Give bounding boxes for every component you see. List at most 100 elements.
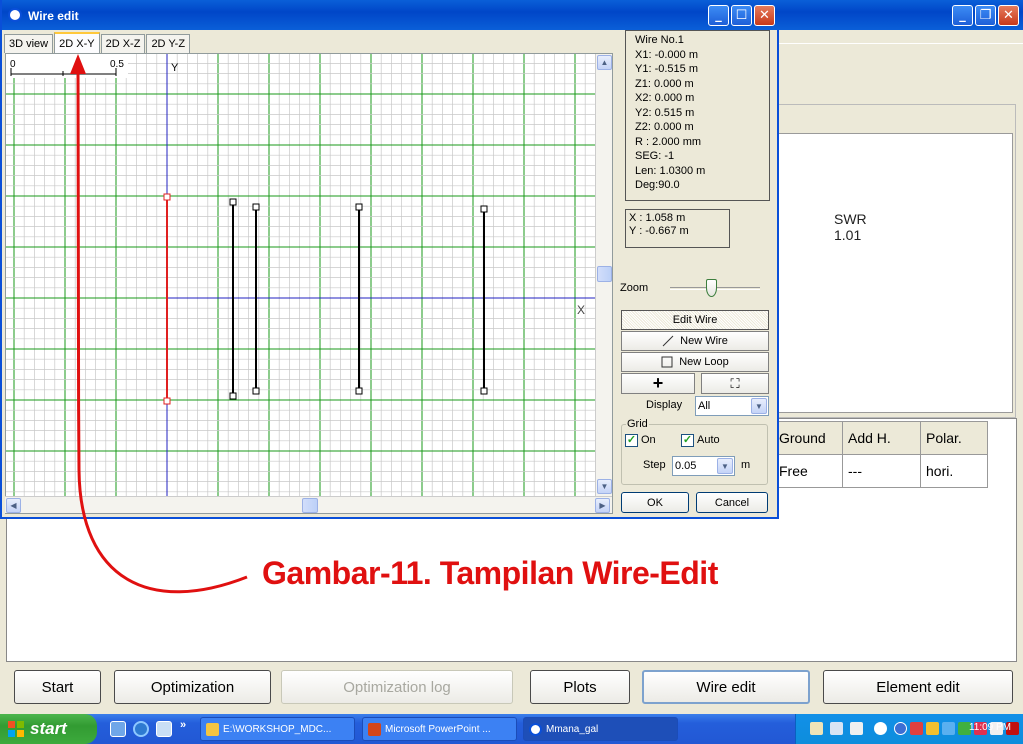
ok-button[interactable]: OK (621, 492, 689, 513)
app-close-button[interactable]: ✕ (998, 5, 1019, 26)
folder-icon (206, 723, 219, 736)
plots-button[interactable]: Plots (530, 670, 630, 704)
scroll-down-button[interactable]: ▼ (597, 479, 612, 494)
header-add-h[interactable]: Add H. (842, 421, 921, 455)
scroll-up-button[interactable]: ▲ (597, 55, 612, 70)
tray-star-icon[interactable] (926, 722, 939, 735)
grid-step-select[interactable]: 0.05 ▼ (672, 456, 735, 476)
tab-2d-xy[interactable]: 2D X-Y (54, 32, 100, 53)
zoom-slider-thumb[interactable] (706, 279, 717, 297)
tray-speaker-icon[interactable] (942, 722, 955, 735)
start-label: start (30, 719, 67, 738)
app-restore-button[interactable]: ❐ (975, 5, 996, 26)
new-loop-button[interactable]: New Loop (621, 352, 769, 372)
tray-help-icon[interactable] (850, 722, 863, 735)
dialog-maximize-button[interactable]: ☐ (731, 5, 752, 26)
display-select[interactable]: All ▼ (695, 396, 769, 416)
square-icon (661, 356, 673, 368)
taskbar-clock: 11:09 PM (968, 722, 1011, 733)
scroll-right-button[interactable]: ▶ (595, 498, 610, 513)
tray-usb-icon[interactable] (874, 722, 887, 735)
task-item-label: Mmana_gal (546, 723, 599, 735)
tab-3d-view[interactable]: 3D view (4, 34, 54, 53)
tray-back-icon[interactable] (894, 722, 907, 735)
start-button[interactable]: Start (14, 670, 101, 704)
element-edit-button[interactable]: Element edit (823, 670, 1013, 704)
wire-info-line: Y2: 0.515 m (635, 106, 695, 119)
cell-polar[interactable]: hori. (920, 454, 988, 488)
scale-ruler-start: 0 (10, 59, 16, 70)
new-wire-label: New Wire (680, 335, 728, 347)
quicklaunch-ie-icon[interactable] (133, 721, 149, 737)
x-axis-label: X (577, 303, 585, 317)
wire-info-line: Len: 1.0300 m (635, 164, 706, 177)
windows-logo-icon (8, 721, 24, 737)
display-select-value: All (698, 400, 711, 412)
tab-2d-yz[interactable]: 2D Y-Z (146, 34, 191, 53)
tab-2d-xz[interactable]: 2D X-Z (100, 34, 146, 53)
params-header-row: Ground Add H. Polar. (773, 421, 988, 455)
grid-on-checkbox[interactable]: ✓ (625, 434, 638, 447)
tray-network-icon[interactable] (910, 722, 923, 735)
tray-monitor-icon[interactable] (830, 722, 843, 735)
wire-edit-button[interactable]: Wire edit (642, 670, 810, 704)
mmana-icon (529, 723, 542, 736)
scroll-left-button[interactable]: ◀ (6, 498, 21, 513)
swr-panel (776, 133, 1013, 413)
mmana-app-icon (8, 8, 22, 22)
plus-icon: + (652, 373, 664, 393)
app-minimize-button[interactable]: _ (952, 5, 973, 26)
header-polar[interactable]: Polar. (920, 421, 988, 455)
powerpoint-icon (368, 723, 381, 736)
grid-step-value: 0.05 (675, 460, 697, 472)
fit-view-icon: ⛶ (730, 375, 740, 391)
grid-auto-checkbox[interactable]: ✓ (681, 434, 694, 447)
grid-group-label: Grid (626, 418, 649, 430)
task-item-mmana[interactable]: Mmana_gal (523, 717, 678, 741)
cell-add-h[interactable]: --- (842, 454, 921, 488)
task-item-powerpoint[interactable]: Microsoft PowerPoint ... (362, 717, 517, 741)
cancel-button[interactable]: Cancel (696, 492, 768, 513)
params-table: Ground Add H. Polar. Free --- hori. (773, 421, 988, 488)
header-ground[interactable]: Ground (773, 421, 843, 455)
wire-endpoint-handle (480, 387, 488, 395)
wire-endpoint-handle (163, 397, 171, 405)
swr-value: 1.01 (834, 227, 862, 243)
start-menu-button[interactable]: start (0, 714, 97, 744)
add-wire-button[interactable]: + (621, 373, 695, 394)
new-loop-label: New Loop (679, 356, 729, 368)
dialog-close-button[interactable]: ✕ (754, 5, 775, 26)
y-axis-label: Y (171, 62, 179, 74)
chevron-down-icon[interactable]: ▼ (717, 458, 733, 474)
vertical-scroll-thumb[interactable] (597, 266, 612, 282)
wire-info-line: X1: -0.000 m (635, 48, 698, 61)
cell-ground[interactable]: Free (773, 454, 843, 488)
quicklaunch-desktop-icon[interactable] (110, 721, 126, 737)
dialog-minimize-button[interactable]: _ (708, 5, 729, 26)
line-icon (662, 335, 674, 347)
quicklaunch-media-icon[interactable] (156, 721, 172, 737)
tray-pen-icon[interactable] (810, 722, 823, 735)
edit-wire-button[interactable]: Edit Wire (621, 310, 769, 330)
grid-on-label: On (641, 434, 656, 446)
new-wire-button[interactable]: New Wire (621, 331, 769, 351)
taskbar: start » E:\WORKSHOP_MDC... Microsoft Pow… (0, 714, 1023, 744)
annotation-caption: Gambar-11. Tampilan Wire-Edit (262, 555, 718, 591)
wire-endpoint-handle (252, 203, 260, 211)
zoom-label: Zoom (620, 282, 649, 294)
scale-ruler-end: 0.5 (110, 59, 124, 70)
wire-canvas[interactable]: Y X 0 0.5 (6, 54, 596, 496)
wire-endpoint-handle (252, 387, 260, 395)
wire-info-line: Deg:90.0 (635, 179, 680, 191)
chevron-down-icon[interactable]: ▼ (751, 398, 767, 414)
optimization-button[interactable]: Optimization (114, 670, 271, 704)
fit-view-button[interactable]: ⛶ (701, 373, 769, 394)
vertical-scrollbar[interactable]: ▲ ▼ (595, 54, 612, 496)
horizontal-scrollbar[interactable]: ◀ ▶ (5, 496, 612, 513)
wire-info-line: R : 2.000 mm (635, 135, 702, 148)
dialog-titlebar[interactable]: Wire edit _ ☐ ✕ (2, 0, 779, 30)
wire-info-line: X2: 0.000 m (635, 92, 695, 104)
task-item-explorer[interactable]: E:\WORKSHOP_MDC... (200, 717, 355, 741)
horizontal-scroll-thumb[interactable] (302, 498, 318, 513)
quicklaunch-chevron-icon[interactable]: » (180, 719, 186, 731)
